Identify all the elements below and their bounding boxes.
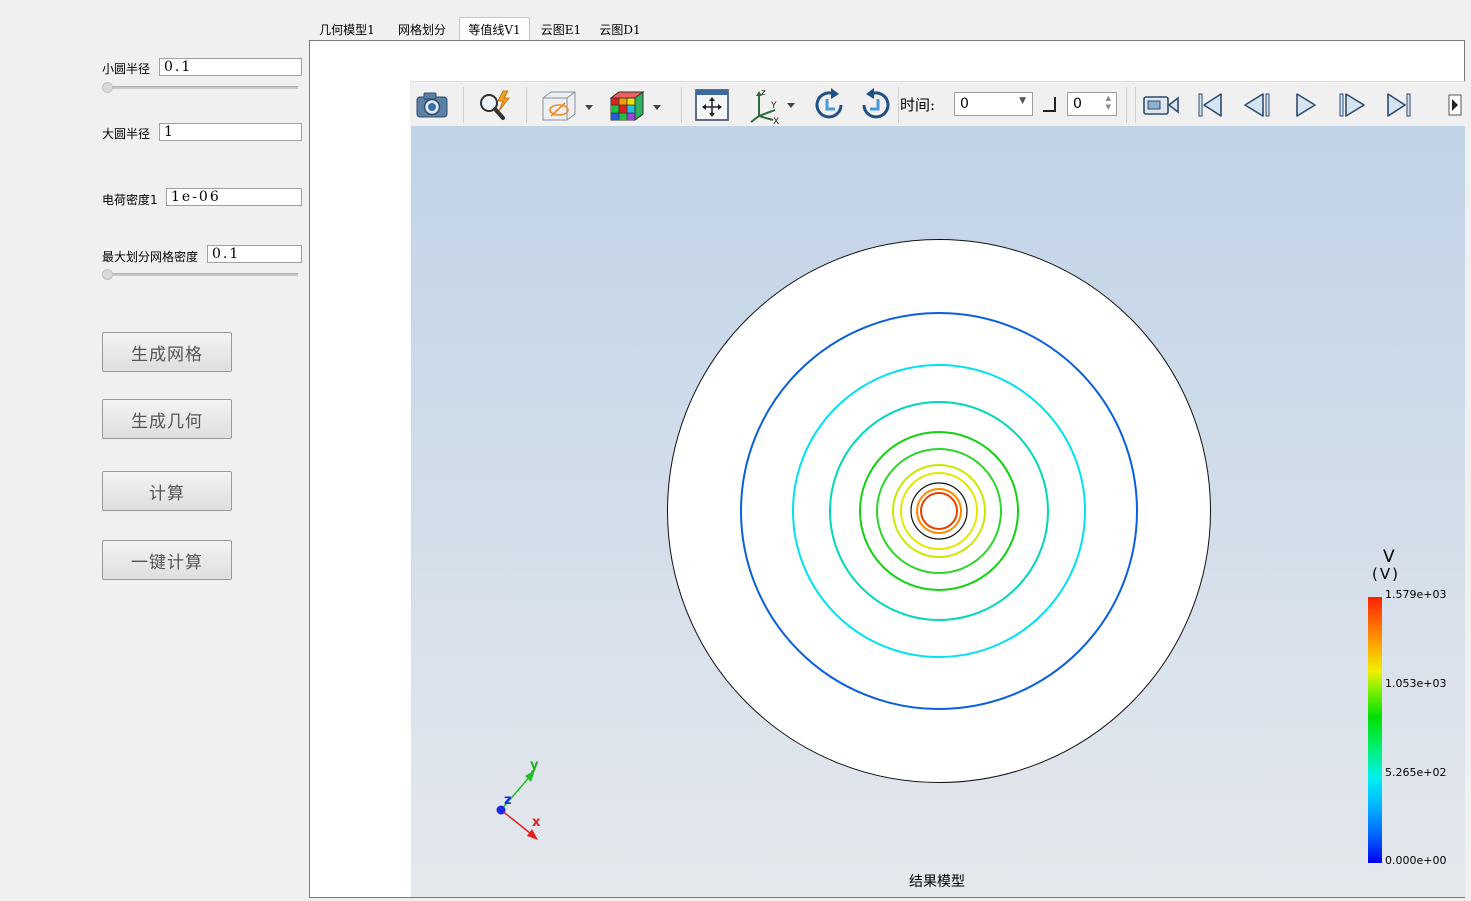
tab-cloud-d1[interactable]: 云图D1 [594,19,646,40]
chevron-down-icon: ▼ [1019,96,1026,106]
tab-contour-v1[interactable]: 等值线V1 [459,17,530,40]
tab-mesh[interactable]: 网格划分 [390,19,454,40]
tab-geometry-model[interactable]: 几何模型1 [312,19,382,40]
generate-mesh-button[interactable]: 生成网格 [102,332,232,372]
colormap-cube-icon[interactable] [606,82,668,127]
charge-density-input[interactable]: 1e-06 [166,188,302,206]
rotate-ccw-icon[interactable] [856,82,896,127]
tab-cloud-e1[interactable]: 云图E1 [535,19,587,40]
first-frame-icon[interactable] [1191,82,1229,127]
step-back-icon[interactable] [1237,82,1277,127]
mesh-density-slider-track[interactable] [104,273,298,276]
camera-record-icon[interactable] [1140,82,1182,127]
charge-density-label: 电荷密度1 [102,193,158,207]
outer-boundary-circle [667,239,1211,783]
last-frame-icon[interactable] [1380,82,1418,127]
large-radius-input[interactable]: 1 [159,123,302,141]
render-viewport[interactable]: y z x V (V) 1.579e+03 1.053e+03 5.265e+0… [411,126,1465,897]
rotate-cw-icon[interactable] [809,82,849,127]
svg-text:X: X [773,117,779,124]
time-select[interactable]: 0 ▼ [954,92,1033,116]
contour-plot [496,239,1211,840]
small-radius-slider-track[interactable] [104,86,298,89]
time-select-value: 0 [960,96,969,112]
small-radius-label: 小圆半径 [102,62,151,76]
compute-button[interactable]: 计算 [102,471,232,511]
svg-text:z: z [761,88,766,98]
max-mesh-density-label: 最大划分网格密度 [102,250,199,264]
fit-view-icon[interactable] [690,82,734,127]
step-forward-icon[interactable] [1332,82,1372,127]
colorbar-min-label: 0.000e+00 [1385,854,1447,867]
small-radius-slider-handle[interactable] [102,82,113,93]
colorbar [1368,597,1382,863]
axis-orientation-icon[interactable]: z Y X [744,82,802,127]
svg-text:Y: Y [770,101,777,111]
colorbar-title: V [1383,547,1395,567]
toolbar-overflow-icon[interactable] [1446,82,1464,127]
play-icon[interactable] [1286,82,1324,127]
axis-z-label: z [504,793,512,808]
mesh-density-slider-handle[interactable] [102,269,113,280]
step-spinner[interactable]: 0 ▲ ▼ [1067,92,1117,116]
camera-icon[interactable] [412,82,452,127]
step-checkbox[interactable] [1043,97,1056,112]
axis-y-label: y [530,758,539,773]
probe-icon[interactable] [474,82,514,127]
parameter-panel: 小圆半径 0.1 大圆半径 1 电荷密度1 1e-06 最大划分网格密度 0.1… [0,0,309,901]
box-view-icon[interactable] [536,82,598,127]
large-radius-label: 大圆半径 [102,127,151,141]
step-spinner-value: 0 [1073,96,1082,112]
one-click-compute-button[interactable]: 一键计算 [102,540,232,580]
small-radius-input[interactable]: 0.1 [159,58,302,76]
axis-x-label: x [532,815,541,830]
max-mesh-density-input[interactable]: 0.1 [207,245,302,263]
time-label: 时间: [900,96,936,114]
generate-geometry-button[interactable]: 生成几何 [102,399,232,439]
spinner-arrows-icon[interactable]: ▲ ▼ [1106,94,1111,112]
colorbar-max-label: 1.579e+03 [1385,588,1447,601]
colorbar-tick-label: 5.265e+02 [1385,766,1447,779]
colorbar-unit: (V) [1372,565,1400,583]
colorbar-tick-label: 1.053e+03 [1385,677,1447,690]
view-toolbar: z Y X 时间: [410,81,1466,127]
viewport-caption: 结果模型 [909,874,965,890]
